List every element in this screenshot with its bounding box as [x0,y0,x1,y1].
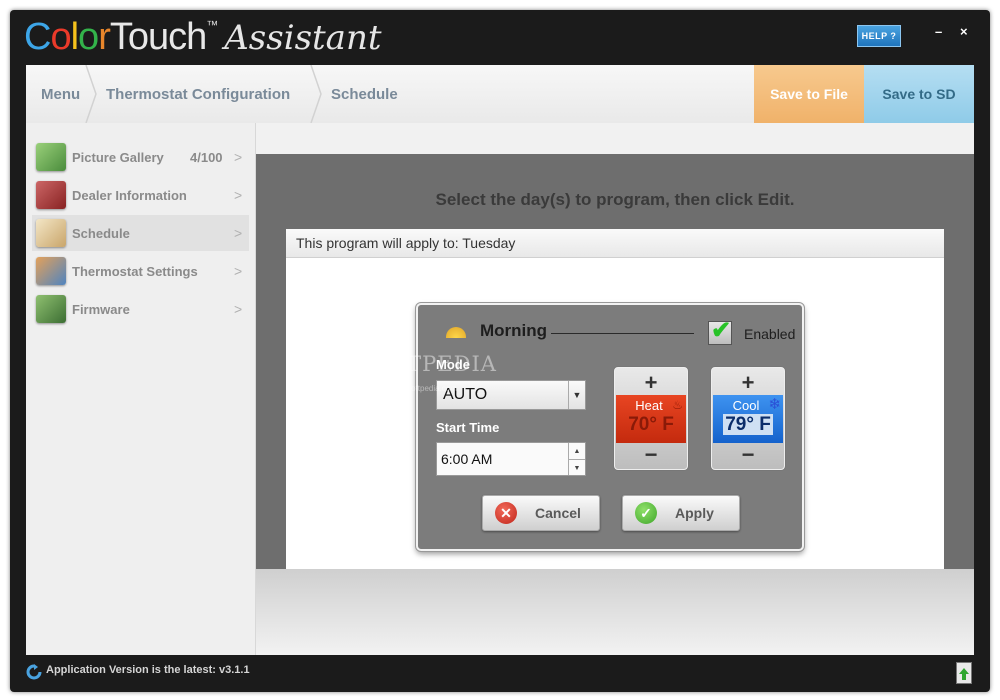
period-title: Morning [480,321,548,340]
calendar-icon [36,219,66,247]
panel-header: This program will apply to: Tuesday [286,229,944,258]
sidebar-item-label: Schedule [72,225,130,241]
watermark-url: www.softpedia.com [388,384,457,393]
start-time-spinner: ▲ ▼ [568,443,585,475]
sidebar-item-label: Thermostat Settings [72,263,198,279]
cool-increase-button[interactable]: + [712,370,784,396]
upload-icon[interactable] [956,662,972,684]
apply-button[interactable]: ✓ Apply [622,495,740,531]
sidebar-item-dealer-information[interactable]: Dealer Information > [32,177,249,213]
sidebar-item-thermostat-settings[interactable]: Thermostat Settings > [32,253,249,289]
title-divider [551,333,694,334]
save-to-sd-button[interactable]: Save to SD [864,65,974,123]
settings-icon [36,257,66,285]
breadcrumb: Menu Thermostat Configuration Schedule S… [26,65,974,123]
logo-letter: o [78,16,99,58]
spin-up-icon[interactable]: ▲ [569,443,585,460]
logo-letter: r [98,16,111,58]
app-window: Color Touch ™ Assistant HELP ? – × Menu … [10,10,990,692]
program-dialog: Morning ✔ Enabled Mode AUTO ▼ Start Time… [416,303,804,551]
sidebar-item-picture-gallery[interactable]: Picture Gallery 4/100 > [32,139,249,175]
breadcrumb-thermostat-configuration[interactable]: Thermostat Configuration [106,65,290,123]
breadcrumb-separator-icon [85,65,97,123]
picture-gallery-icon [36,143,66,171]
logo-letter: o [50,16,71,58]
breadcrumb-schedule[interactable]: Schedule [331,65,398,123]
program-panel: This program will apply to: Tuesday Morn… [286,229,944,569]
heat-increase-button[interactable]: + [615,370,687,396]
start-time-value: 6:00 AM [441,451,493,467]
help-button[interactable]: HELP ? [857,25,901,47]
sidebar-item-schedule[interactable]: Schedule > [32,215,249,251]
watermark: SOFTPEDIA [358,352,497,376]
heat-display: Heat ♨ 70° F [616,395,686,443]
flame-icon: ♨ [672,398,683,412]
cool-decrease-button[interactable]: − [712,442,784,468]
sidebar-item-label: Firmware [72,301,130,317]
arrow-up-icon [959,668,969,680]
chevron-right-icon: > [234,301,243,317]
status-bar: Application Version is the latest: v3.1.… [26,658,974,686]
logo-letter: C [24,16,51,58]
chevron-right-icon: > [234,187,243,203]
start-time-label: Start Time [436,420,500,435]
cool-display: Cool ❄ 79° F [713,395,783,443]
logo-letter: l [70,16,80,58]
start-time-field[interactable]: 6:00 AM ▲ ▼ [436,442,586,476]
cool-setpoint-control: + Cool ❄ 79° F − [711,367,785,470]
heat-setpoint-control: + Heat ♨ 70° F − [614,367,688,470]
cancel-label: Cancel [535,505,581,521]
cancel-button[interactable]: ✕ Cancel [482,495,600,531]
sun-icon [446,327,466,338]
logo-assistant-word: Assistant [224,18,382,58]
cancel-x-icon: ✕ [495,502,517,524]
chip-icon [36,295,66,323]
logo-color-word: Color [24,16,111,59]
breadcrumb-menu[interactable]: Menu [41,65,80,123]
main-footer-area [256,569,974,655]
enabled-label: Enabled [744,326,796,342]
chevron-right-icon: > [234,263,243,279]
app-logo: Color Touch ™ Assistant [24,16,382,60]
content-area: Picture Gallery 4/100 > Dealer Informati… [26,123,974,655]
cool-temp-value: 79° F [723,414,773,435]
heat-temp: 70° F [628,414,674,435]
sidebar-item-label: Dealer Information [72,187,187,203]
heat-decrease-button[interactable]: − [615,442,687,468]
apply-label: Apply [675,505,714,521]
save-to-file-button[interactable]: Save to File [754,65,864,123]
logo-trademark: ™ [206,18,219,32]
dealer-info-icon [36,181,66,209]
cool-temp: 79° F [713,414,783,436]
close-button[interactable]: × [960,24,968,39]
breadcrumb-separator-icon [310,65,322,123]
instruction-text: Select the day(s) to program, then click… [435,190,795,209]
snowflake-icon: ❄ [768,396,781,413]
checkmark-icon: ✔ [711,317,732,344]
sidebar: Picture Gallery 4/100 > Dealer Informati… [26,123,256,655]
dropdown-arrow-icon[interactable]: ▼ [568,381,585,409]
chevron-right-icon: > [234,225,243,241]
spin-down-icon[interactable]: ▼ [569,460,585,476]
version-status: Application Version is the latest: v3.1.… [46,664,250,676]
sidebar-item-firmware[interactable]: Firmware > [32,291,249,327]
chevron-right-icon: > [234,149,243,165]
apply-check-icon: ✓ [635,502,657,524]
gallery-count: 4/100 [190,149,223,165]
enabled-checkbox[interactable]: ✔ [708,317,732,345]
refresh-icon [26,664,42,680]
minimize-button[interactable]: – [935,24,942,39]
logo-touch-word: Touch [109,16,207,58]
sidebar-item-label: Picture Gallery [72,149,164,165]
mode-select[interactable]: AUTO ▼ [436,380,586,410]
